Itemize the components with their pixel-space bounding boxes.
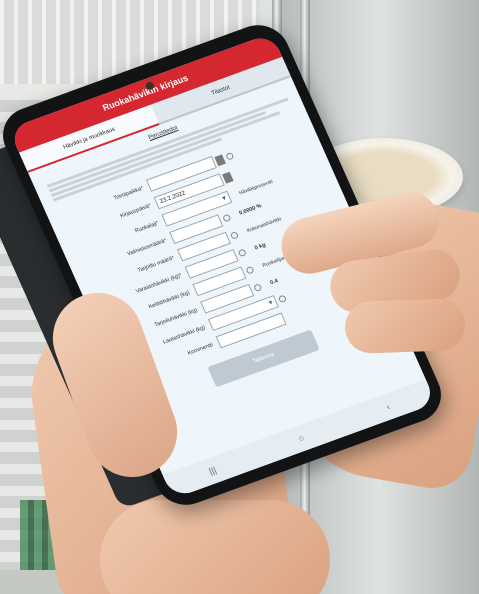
back-icon[interactable]: ‹ <box>385 402 392 412</box>
recent-apps-icon[interactable]: ||| <box>207 465 218 477</box>
photo-scene: Ruokahävikin kirjaus Hävikki ja muokkaus… <box>0 0 479 594</box>
right-finger <box>344 297 466 355</box>
dropdown-icon[interactable] <box>214 153 226 166</box>
help-icon[interactable] <box>277 294 288 304</box>
diner-count-value: 0.4 <box>269 277 279 286</box>
help-icon[interactable] <box>229 231 240 240</box>
home-icon[interactable]: ○ <box>297 433 306 444</box>
waste-percent-value: 0.0000 % <box>238 202 263 217</box>
calendar-icon[interactable] <box>221 171 234 184</box>
help-icon[interactable] <box>237 248 247 258</box>
help-icon[interactable] <box>253 283 263 293</box>
help-icon[interactable] <box>245 265 255 275</box>
help-icon[interactable] <box>225 151 235 161</box>
total-waste-value: 0 kg <box>253 241 267 251</box>
wrist <box>100 500 330 594</box>
help-icon[interactable] <box>222 213 232 223</box>
